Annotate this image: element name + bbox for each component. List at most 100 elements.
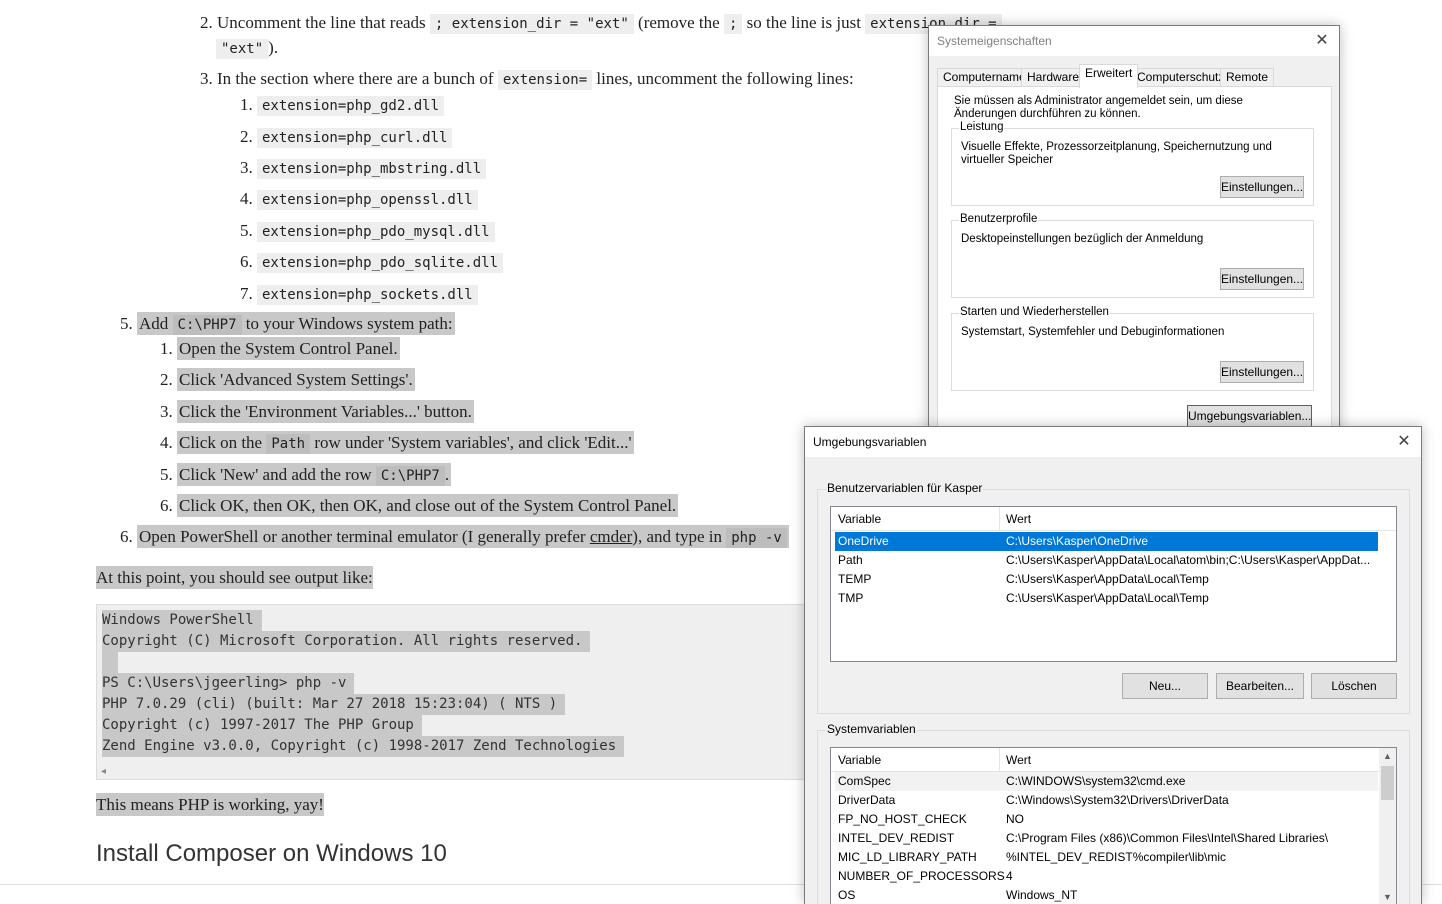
variable-value: Windows_NT xyxy=(1006,888,1078,902)
variable-name: MIC_LD_LIBRARY_PATH xyxy=(838,850,977,864)
item-number: 1. xyxy=(160,339,173,358)
column-separator[interactable] xyxy=(999,507,1000,531)
variable-name: NUMBER_OF_PROCESSORS xyxy=(838,869,1005,883)
list-row[interactable]: INTEL_DEV_REDIST C:\Program Files (x86)\… xyxy=(835,829,1378,848)
list-row[interactable]: TMP C:\Users\Kasper\AppData\Local\Temp xyxy=(835,589,1378,608)
code-block[interactable]: Windows PowerShell Copyright (C) Microso… xyxy=(96,604,816,780)
list-row[interactable]: MIC_LD_LIBRARY_PATH %INTEL_DEV_REDIST%co… xyxy=(835,848,1378,867)
substep-text: Click 'Advanced System Settings'. xyxy=(177,368,415,391)
startup-recovery-group: Starten und Wiederherstellen Systemstart… xyxy=(951,306,1314,391)
substep-text: Click the 'Environment Variables...' but… xyxy=(177,400,474,423)
extension-item: 1. extension=php_gd2.dll xyxy=(240,93,445,118)
system-variables-group: Systemvariablen Variable Wert ComSpec C:… xyxy=(817,722,1410,904)
substep: 1. Open the System Control Panel. xyxy=(160,337,400,361)
variable-name: INTEL_DEV_REDIST xyxy=(838,831,955,845)
user-variables-group: Benutzervariablen für Kasper Variable We… xyxy=(817,481,1410,714)
code-line: Copyright (C) Microsoft Corporation. All… xyxy=(102,631,591,652)
column-header-variable[interactable]: Variable xyxy=(838,753,881,767)
item-number: 1. xyxy=(240,95,253,114)
step-number: 5. xyxy=(120,314,133,333)
extension-item: 6. extension=php_pdo_sqlite.dll xyxy=(240,250,504,275)
close-icon[interactable]: ✕ xyxy=(1393,431,1415,453)
step-5: 5. Add C:\PHP7 to your Windows system pa… xyxy=(120,312,455,337)
system-variables-list[interactable]: Variable Wert ComSpec C:\WINDOWS\system3… xyxy=(830,747,1397,904)
inline-code: extension=php_mbstring.dll xyxy=(257,159,487,179)
list-row[interactable]: NUMBER_OF_PROCESSORS 4 xyxy=(835,867,1378,886)
group-title: Leistung xyxy=(959,121,1005,133)
inline-code: extension=php_gd2.dll xyxy=(257,96,445,116)
list-row[interactable]: Path C:\Users\Kasper\AppData\Local\atom\… xyxy=(835,551,1378,570)
variable-name: OneDrive xyxy=(838,534,889,548)
step-text: ), and type in xyxy=(632,527,722,546)
edit-user-variable-button[interactable]: Bearbeiten... xyxy=(1216,673,1304,699)
tab-computerschutz[interactable]: Computerschutz xyxy=(1131,68,1231,87)
variable-value: C:\Program Files (x86)\Common Files\Inte… xyxy=(1006,831,1329,845)
step-2-cont: "ext"). xyxy=(216,36,278,61)
item-number: 3. xyxy=(160,402,173,421)
cmder-link[interactable]: cmder xyxy=(590,527,632,546)
column-header-value[interactable]: Wert xyxy=(1006,512,1031,526)
column-separator[interactable] xyxy=(999,748,1000,772)
list-header: Variable Wert xyxy=(831,507,1396,531)
item-number: 7. xyxy=(240,284,253,303)
variable-value: C:\Windows\System32\Drivers\DriverData xyxy=(1006,793,1229,807)
new-user-variable-button[interactable]: Neu... xyxy=(1122,673,1208,699)
step-text: to your Windows system path: xyxy=(245,314,453,333)
substep: 4. Click on the Path row under 'System v… xyxy=(160,431,634,456)
scroll-down-icon[interactable]: ▼ xyxy=(1379,889,1396,904)
scrollbar-thumb[interactable] xyxy=(1381,766,1394,800)
title-bar[interactable]: Umgebungsvariablen ✕ xyxy=(805,427,1421,457)
substep: 3. Click the 'Environment Variables...' … xyxy=(160,400,474,424)
delete-user-variable-button[interactable]: Löschen xyxy=(1311,673,1397,699)
step-text: so the line is just xyxy=(746,13,861,32)
scroll-left-icon[interactable]: ◂ xyxy=(101,766,106,777)
close-icon[interactable]: ✕ xyxy=(1311,30,1333,52)
tab-erweitert[interactable]: Erweitert xyxy=(1079,64,1139,88)
substep-text: row under 'System variables', and click … xyxy=(314,433,632,452)
inline-code: ; xyxy=(723,14,743,34)
code-line: PHP 7.0.29 (cli) (built: Mar 27 2018 15:… xyxy=(102,694,566,715)
working-note: This means PHP is working, yay! xyxy=(96,793,324,817)
item-number: 2. xyxy=(160,370,173,389)
group-description: Visuelle Effekte, Prozessorzeitplanung, … xyxy=(961,141,1272,166)
item-number: 4. xyxy=(160,433,173,452)
tab-hardware[interactable]: Hardware xyxy=(1021,68,1086,87)
substep-text: Click 'New' and add the row xyxy=(179,465,372,484)
variable-value: %INTEL_DEV_REDIST%compiler\lib\mic xyxy=(1006,850,1227,864)
list-row[interactable]: TEMP C:\Users\Kasper\AppData\Local\Temp xyxy=(835,570,1378,589)
list-row[interactable]: OS Windows_NT xyxy=(835,886,1378,904)
user-variables-list[interactable]: Variable Wert OneDrive C:\Users\Kasper\O… xyxy=(830,506,1397,662)
variable-value: C:\Users\Kasper\AppData\Local\Temp xyxy=(1006,591,1209,605)
performance-settings-button[interactable]: Einstellungen... xyxy=(1220,176,1304,198)
variable-value: C:\WINDOWS\system32\cmd.exe xyxy=(1006,774,1186,788)
item-number: 4. xyxy=(240,189,253,208)
substep: 6. Click OK, then OK, then OK, and close… xyxy=(160,494,679,518)
output-intro: At this point, you should see output lik… xyxy=(96,566,373,590)
list-row[interactable]: OneDrive C:\Users\Kasper\OneDrive xyxy=(835,532,1378,551)
list-row[interactable]: DriverData C:\Windows\System32\Drivers\D… xyxy=(835,791,1378,810)
inline-code: extension=php_openssl.dll xyxy=(257,190,478,210)
environment-variables-button[interactable]: Umgebungsvariablen... xyxy=(1187,405,1312,427)
extension-item: 2. extension=php_curl.dll xyxy=(240,125,453,150)
scroll-up-icon[interactable]: ▲ xyxy=(1379,748,1396,765)
step-text: lines, uncomment the following lines: xyxy=(596,69,854,88)
tab-computername[interactable]: Computername xyxy=(937,68,1032,87)
startup-settings-button[interactable]: Einstellungen... xyxy=(1220,361,1304,383)
vertical-scrollbar[interactable]: ▲ ▼ xyxy=(1379,748,1396,904)
variable-name: ComSpec xyxy=(838,774,891,788)
column-header-value[interactable]: Wert xyxy=(1006,753,1031,767)
column-header-variable[interactable]: Variable xyxy=(838,512,881,526)
group-description: Desktopeinstellungen bezüglich der Anmel… xyxy=(961,233,1204,245)
step-text: (remove the xyxy=(638,13,720,32)
tab-remote[interactable]: Remote xyxy=(1220,68,1275,87)
user-profiles-settings-button[interactable]: Einstellungen... xyxy=(1220,268,1304,290)
environment-variables-dialog: Umgebungsvariablen ✕ Benutzervariablen f… xyxy=(804,426,1422,904)
list-header: Variable Wert xyxy=(831,748,1379,772)
step-6: 6. Open PowerShell or another terminal e… xyxy=(120,525,789,550)
substep-text: Click OK, then OK, then OK, and close ou… xyxy=(177,494,679,517)
inline-code: extension= xyxy=(497,70,593,90)
title-bar[interactable]: Systemeigenschaften ✕ xyxy=(929,26,1339,56)
list-row[interactable]: FP_NO_HOST_CHECK NO xyxy=(835,810,1378,829)
extension-item: 7. extension=php_sockets.dll xyxy=(240,282,478,307)
list-row[interactable]: ComSpec C:\WINDOWS\system32\cmd.exe xyxy=(835,772,1378,791)
